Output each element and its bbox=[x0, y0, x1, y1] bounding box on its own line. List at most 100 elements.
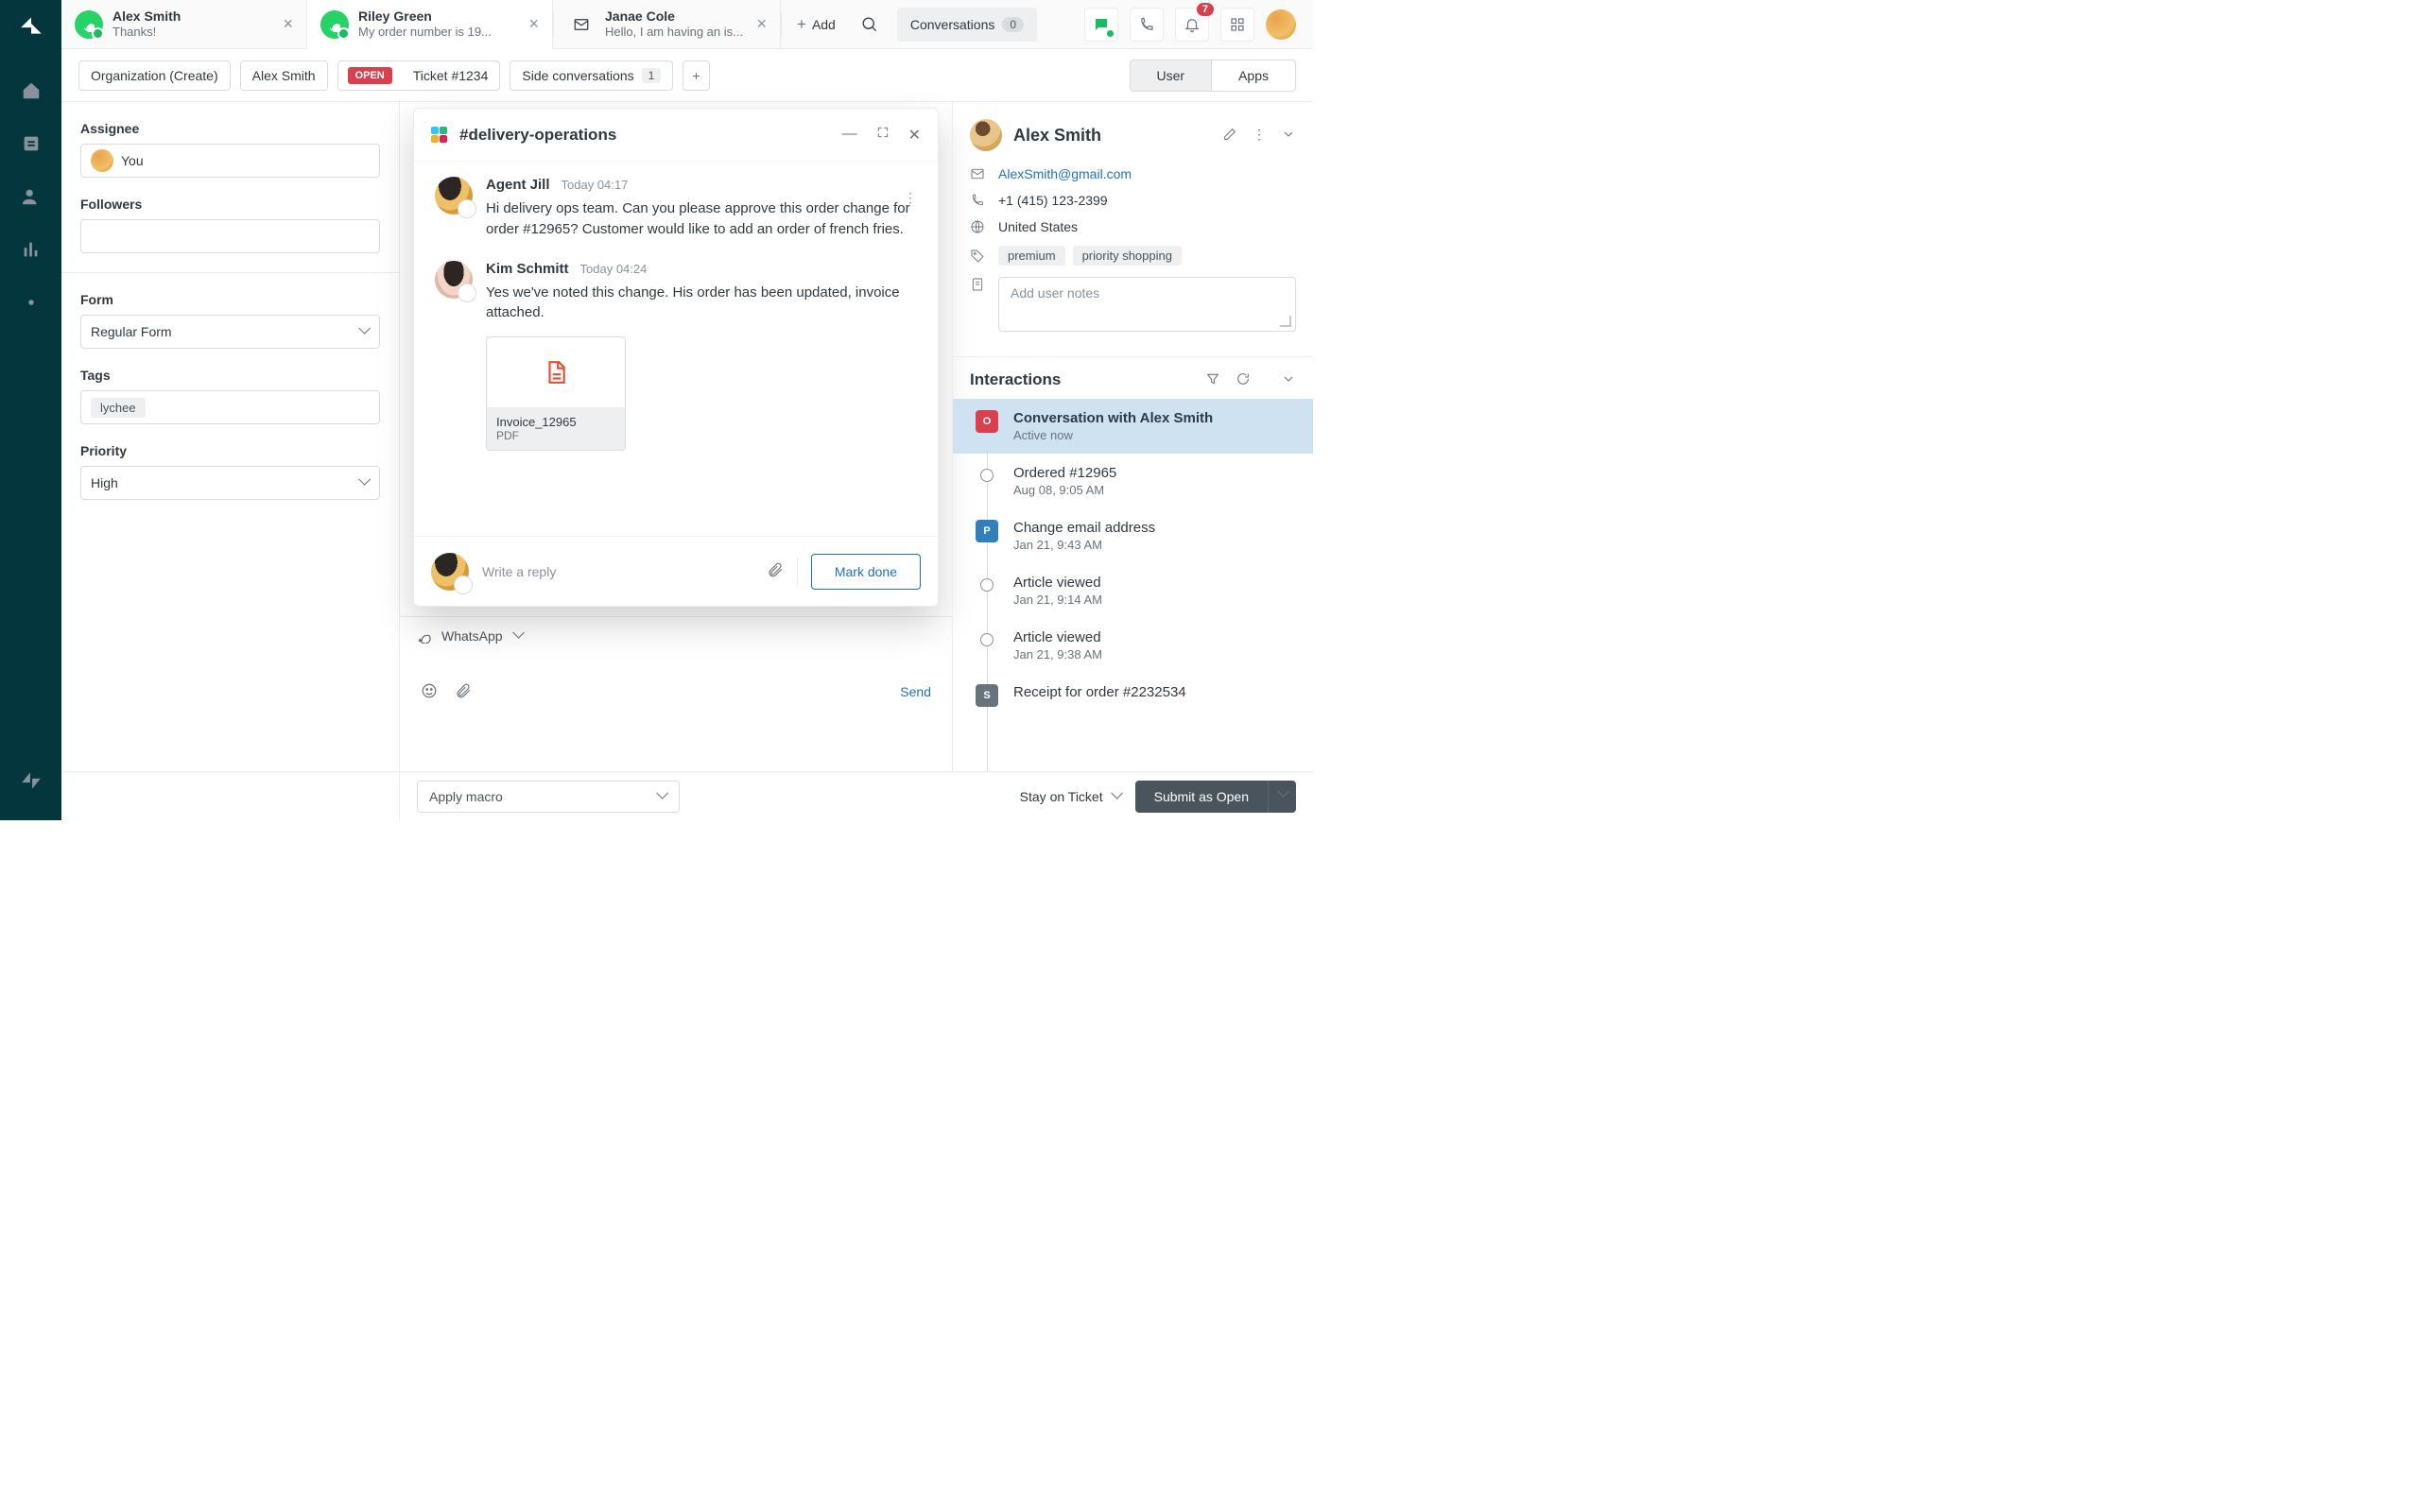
search-button[interactable] bbox=[851, 0, 888, 48]
timeline-item[interactable]: Ordered #12965 Aug 08, 9:05 AM bbox=[953, 454, 1313, 508]
nav-reporting[interactable] bbox=[0, 223, 61, 276]
nav-home[interactable] bbox=[0, 64, 61, 117]
chevron-down-icon bbox=[1277, 789, 1288, 800]
bottom-bar: Apply macro Stay on Ticket Submit as Ope… bbox=[400, 771, 1313, 820]
chevron-down-icon bbox=[512, 630, 524, 642]
breadcrumb-org[interactable]: Organization (Create) bbox=[78, 60, 231, 91]
timeline-item[interactable]: P Change email address Jan 21, 9:43 AM bbox=[953, 508, 1313, 563]
ticket-fields-panel: Assignee You Followers Form Regular Form… bbox=[61, 102, 400, 771]
add-side-conversation-button[interactable]: + bbox=[683, 60, 709, 91]
attachment[interactable]: Invoice_12965 PDF bbox=[486, 336, 626, 451]
stay-on-ticket-button[interactable]: Stay on Ticket bbox=[1020, 789, 1122, 804]
form-select[interactable]: Regular Form bbox=[80, 315, 380, 349]
tab-subtitle: My order number is 19... bbox=[358, 25, 525, 40]
zendesk-logo[interactable] bbox=[0, 754, 61, 807]
conversation-area: WhatsApp Send #delivery-operations — ✕ bbox=[400, 102, 952, 771]
minimize-button[interactable]: — bbox=[842, 126, 857, 145]
nav-admin[interactable] bbox=[0, 276, 61, 329]
profile-avatar[interactable] bbox=[1266, 9, 1296, 40]
tag-chip[interactable]: lychee bbox=[91, 398, 146, 418]
tag-chip[interactable]: priority shopping bbox=[1073, 246, 1182, 266]
refresh-button[interactable] bbox=[1220, 371, 1251, 389]
expand-button[interactable] bbox=[876, 126, 890, 145]
apply-macro-select[interactable]: Apply macro bbox=[417, 781, 680, 813]
avatar bbox=[435, 177, 473, 215]
timeline-item[interactable]: S Receipt for order #2232534 bbox=[953, 673, 1313, 718]
customer-tags-row: premium priority shopping bbox=[970, 246, 1296, 266]
email-icon bbox=[567, 10, 596, 39]
tab-close-button[interactable]: × bbox=[752, 10, 770, 38]
tab-close-button[interactable]: × bbox=[279, 10, 297, 38]
talk-button[interactable] bbox=[1130, 8, 1164, 42]
nav-views[interactable] bbox=[0, 117, 61, 170]
timeline-bullet bbox=[980, 633, 994, 646]
edit-button[interactable] bbox=[1222, 127, 1237, 145]
tab-user[interactable]: User bbox=[1131, 60, 1212, 91]
whatsapp-icon bbox=[417, 628, 432, 644]
breadcrumb-ticket[interactable]: OPEN Ticket #1234 bbox=[337, 60, 501, 91]
customer-avatar bbox=[970, 119, 1002, 151]
submit-button[interactable]: Submit as Open bbox=[1135, 781, 1268, 813]
ticket-number: Ticket #1234 bbox=[402, 61, 500, 90]
tab-add-button[interactable]: +Add bbox=[782, 0, 851, 48]
nav-rail bbox=[0, 0, 61, 820]
tags-field[interactable]: lychee bbox=[80, 390, 380, 424]
timeline-item[interactable]: Article viewed Jan 21, 9:14 AM bbox=[953, 563, 1313, 618]
chevron-down-icon bbox=[1111, 791, 1122, 802]
message-time: Today 04:24 bbox=[580, 262, 648, 276]
send-button[interactable]: Send bbox=[900, 684, 931, 699]
plus-icon: + bbox=[797, 15, 806, 34]
customer-notes-row: Add user notes bbox=[970, 277, 1296, 332]
assignee-field[interactable]: You bbox=[80, 144, 380, 178]
timeline-bullet bbox=[980, 469, 994, 482]
collapse-button[interactable] bbox=[1281, 127, 1296, 145]
tab-conversation-0[interactable]: Alex Smith Thanks! × bbox=[61, 0, 307, 48]
email-icon bbox=[970, 166, 985, 181]
tab-close-button[interactable]: × bbox=[525, 10, 543, 38]
note-icon bbox=[970, 277, 985, 292]
slack-side-conversation: #delivery-operations — ✕ Agent Jill Toda… bbox=[413, 108, 939, 607]
tab-apps[interactable]: Apps bbox=[1211, 60, 1295, 91]
priority-select[interactable]: High bbox=[80, 466, 380, 500]
filter-button[interactable] bbox=[1190, 371, 1220, 389]
breadcrumb-bar: Organization (Create) Alex Smith OPEN Ti… bbox=[61, 49, 1313, 102]
chat-status-button[interactable] bbox=[1084, 8, 1118, 42]
attachment-button[interactable] bbox=[455, 682, 472, 702]
customer-phone: +1 (415) 123-2399 bbox=[998, 193, 1108, 208]
more-button[interactable]: ⋮ bbox=[1253, 127, 1266, 145]
notes-textarea[interactable]: Add user notes bbox=[998, 277, 1296, 332]
priority-label: Priority bbox=[80, 443, 380, 458]
interactions-timeline: O Conversation with Alex Smith Active no… bbox=[953, 399, 1313, 771]
tab-conversation-2[interactable]: Janae Cole Hello, I am having an is... × bbox=[554, 0, 781, 48]
followers-field[interactable] bbox=[80, 219, 380, 253]
nav-customers[interactable] bbox=[0, 170, 61, 223]
mark-done-button[interactable]: Mark done bbox=[811, 554, 921, 590]
channel-bar[interactable]: WhatsApp bbox=[400, 616, 952, 654]
reply-input[interactable]: Write a reply bbox=[482, 564, 753, 579]
tab-title: Riley Green bbox=[358, 9, 525, 25]
customer-email[interactable]: AlexSmith@gmail.com bbox=[998, 166, 1132, 181]
emoji-button[interactable] bbox=[421, 682, 438, 702]
whatsapp-icon bbox=[75, 10, 103, 39]
message-menu-button[interactable]: ⋮ bbox=[904, 190, 917, 206]
tag-chip[interactable]: premium bbox=[998, 246, 1065, 266]
notifications-button[interactable]: 7 bbox=[1175, 8, 1209, 42]
attachment-button[interactable] bbox=[767, 561, 784, 581]
message-author: Kim Schmitt bbox=[486, 261, 569, 277]
status-badge-solved: S bbox=[976, 684, 998, 707]
submit-dropdown-button[interactable] bbox=[1268, 781, 1296, 813]
tab-title: Alex Smith bbox=[112, 9, 279, 25]
followers-label: Followers bbox=[80, 197, 380, 212]
message-author: Agent Jill bbox=[486, 177, 550, 193]
apps-grid-button[interactable] bbox=[1220, 8, 1254, 42]
timeline-item[interactable]: Article viewed Jan 21, 9:38 AM bbox=[953, 618, 1313, 673]
collapse-button[interactable] bbox=[1266, 371, 1296, 389]
close-button[interactable]: ✕ bbox=[908, 126, 921, 145]
tabs-bar: Alex Smith Thanks! × Riley Green My orde… bbox=[61, 0, 1313, 49]
status-badge-pending: P bbox=[976, 520, 998, 542]
tab-conversation-1[interactable]: Riley Green My order number is 19... × bbox=[307, 0, 553, 49]
breadcrumb-user[interactable]: Alex Smith bbox=[240, 60, 328, 91]
side-conversations-button[interactable]: Side conversations 1 bbox=[510, 60, 673, 91]
conversations-pill[interactable]: Conversations 0 bbox=[897, 8, 1037, 42]
timeline-item[interactable]: O Conversation with Alex Smith Active no… bbox=[953, 399, 1313, 454]
